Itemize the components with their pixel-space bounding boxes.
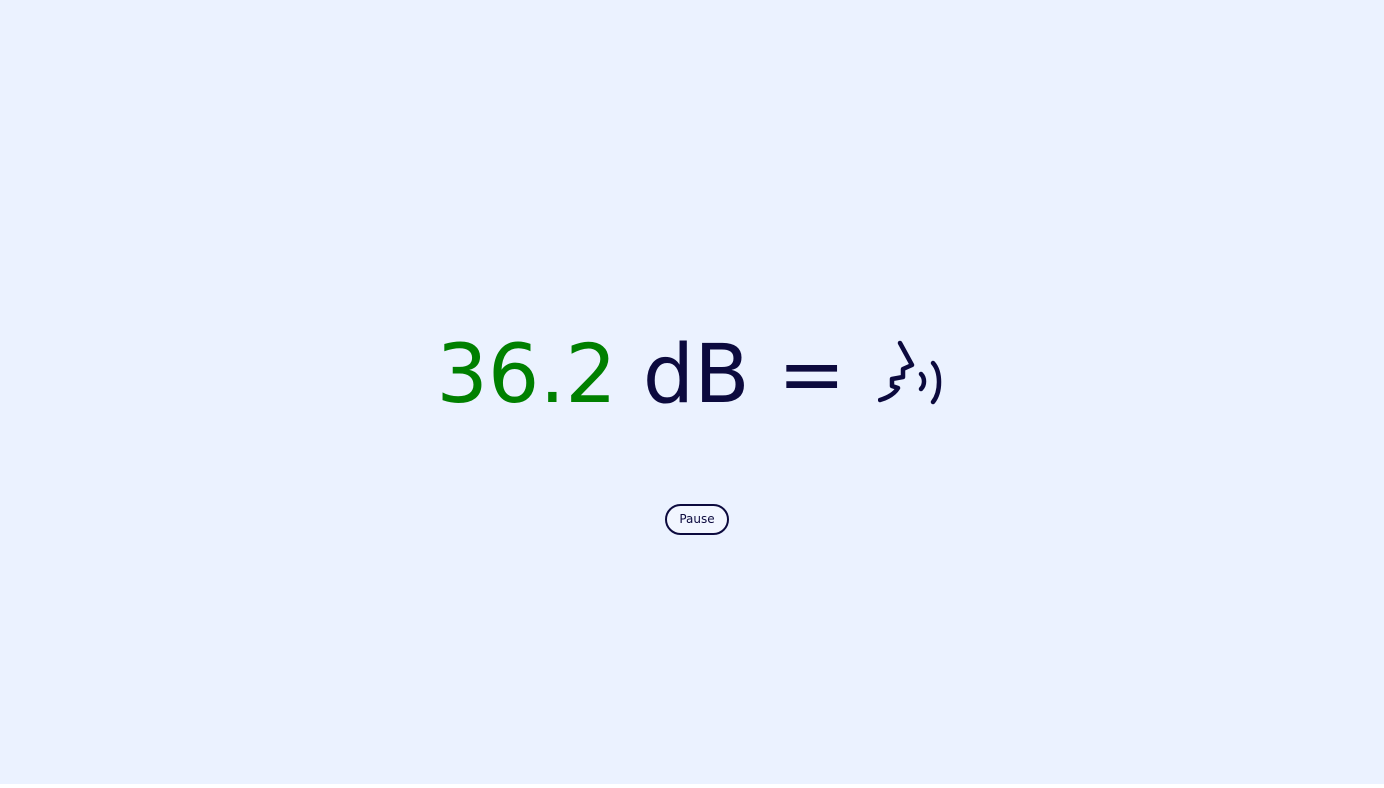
decibel-unit: dB	[642, 327, 750, 422]
speaking-head-icon	[877, 340, 948, 410]
equals-sign: =	[777, 327, 846, 422]
pause-button[interactable]: Pause	[665, 504, 729, 535]
decibel-value: 36.2	[436, 327, 617, 422]
sound-meter-page: 36.2 dB = Pause	[0, 0, 1384, 784]
decibel-reading: 36.2 dB =	[0, 327, 1384, 422]
